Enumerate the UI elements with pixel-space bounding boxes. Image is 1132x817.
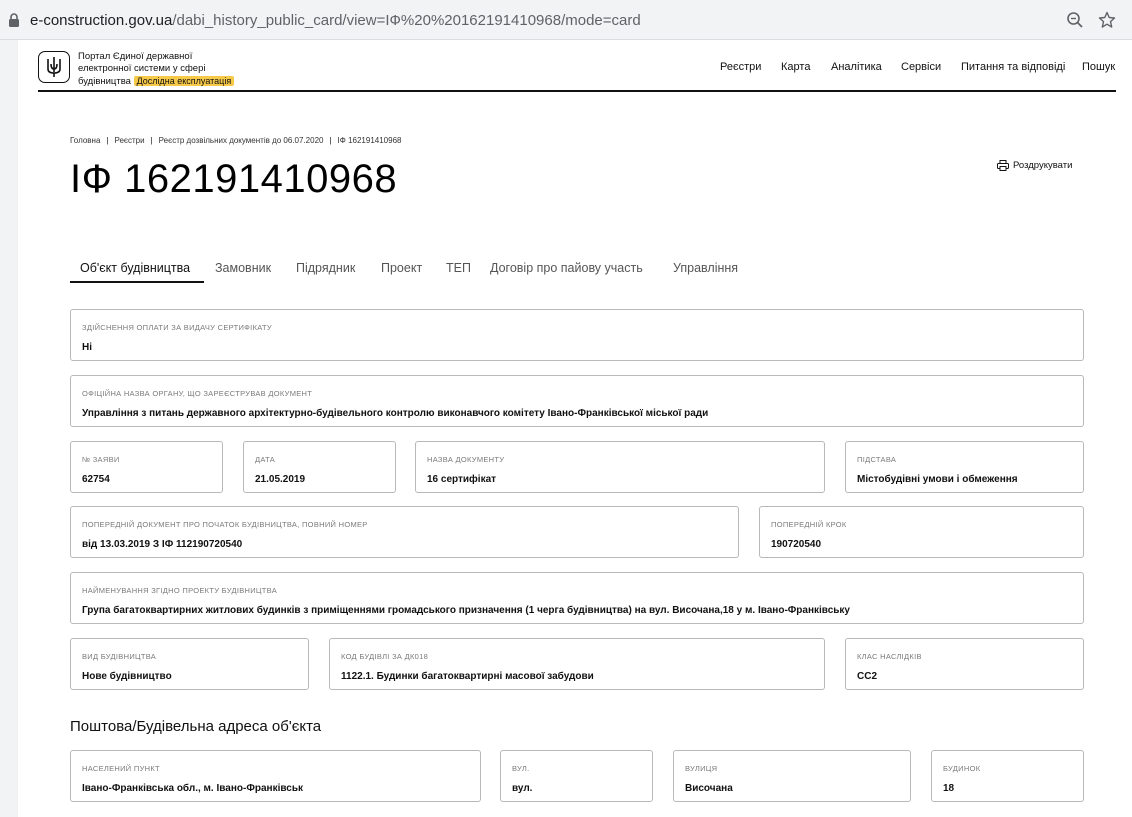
field-label: Будинок	[943, 764, 981, 773]
field-project-name: Найменування згідно проекту будівництва …	[70, 572, 1084, 624]
nav-services[interactable]: Сервіси	[901, 61, 941, 73]
field-label: Підстава	[857, 455, 897, 464]
breadcrumb-separator: |	[329, 136, 332, 145]
field-label: Офіційна назва органу, що зареєстрував д…	[82, 389, 313, 398]
portal-line-1: Портал Єдиної державної	[78, 51, 193, 62]
tab-shared-participation[interactable]: Договір про пайову участь	[490, 261, 643, 275]
url-text[interactable]: e-construction.gov.ua/dabi_history_publi…	[30, 12, 641, 29]
field-value: вул.	[512, 783, 533, 794]
breadcrumb-separator: |	[150, 136, 153, 145]
field-date: Дата 21.05.2019	[243, 441, 396, 493]
tab-project[interactable]: Проект	[381, 261, 422, 275]
url-path: /dabi_history_public_card/view=IФ%20%201…	[172, 12, 641, 29]
field-value: СС2	[857, 671, 878, 682]
field-locality: Населений пункт Івано-Франківська обл., …	[70, 750, 481, 802]
portal-title[interactable]: Портал Єдиної державної електронної сист…	[78, 51, 235, 88]
field-payment: Здійснення оплати за видачу сертифікату …	[70, 309, 1084, 361]
field-label: Вулиця	[685, 764, 718, 773]
portal-line-2: електронної системи у сфері	[78, 63, 206, 74]
field-label: Попередній документ про початок будівниц…	[82, 520, 368, 529]
page-title: ІФ 162191410968	[70, 157, 398, 201]
field-value: Ні	[82, 342, 92, 353]
trident-icon	[47, 57, 61, 77]
browser-left-edge	[0, 40, 18, 817]
field-street-type: Вул. вул.	[500, 750, 653, 802]
field-application-number: № заяви 62754	[70, 441, 223, 493]
breadcrumb-home[interactable]: Головна	[70, 136, 100, 145]
field-basis: Підстава Містобудівні умови і обмеження	[845, 441, 1084, 493]
field-value: Група багатоквартирних житлових будинків…	[82, 605, 850, 616]
tab-tep[interactable]: ТЕП	[446, 261, 471, 275]
browser-address-bar[interactable]: e-construction.gov.ua/dabi_history_publi…	[0, 0, 1132, 40]
field-value: Управління з питань державного архітекту…	[82, 408, 709, 419]
print-label: Роздрукувати	[1013, 160, 1073, 171]
breadcrumb-register[interactable]: Реєстр дозвільних документів до 06.07.20…	[159, 136, 324, 145]
field-value: Нове будівництво	[82, 671, 172, 682]
tab-construction-object[interactable]: Об'єкт будівництва	[80, 261, 190, 275]
field-house: Будинок 18	[931, 750, 1084, 802]
tab-management[interactable]: Управління	[673, 261, 738, 275]
field-construction-type: Вид будівництва Нове будівництво	[70, 638, 309, 690]
field-label: Назва документу	[427, 455, 505, 464]
tab-contractor[interactable]: Підрядник	[296, 261, 355, 275]
field-label: Вул.	[512, 764, 530, 773]
field-value: Містобудівні умови і обмеження	[857, 474, 1018, 485]
lock-icon	[9, 13, 19, 27]
breadcrumb-current: ІФ 162191410968	[337, 136, 402, 145]
field-building-code: Код будівлі за ДК018 1122.1. Будинки баг…	[329, 638, 825, 690]
field-value: від 13.03.2019 З ІФ 112190720540	[82, 539, 243, 550]
field-previous-document: Попередній документ про початок будівниц…	[70, 506, 739, 558]
nav-search[interactable]: Пошук	[1082, 61, 1115, 73]
nav-analytics[interactable]: Аналітика	[831, 61, 882, 73]
breadcrumb-separator: |	[106, 136, 109, 145]
beta-badge: Дослідна експлуатація	[133, 76, 235, 86]
nav-faq[interactable]: Питання та відповіді	[961, 61, 1065, 73]
field-authority: Офіційна назва органу, що зареєстрував д…	[70, 375, 1084, 427]
field-consequence-class: Клас наслідків СС2	[845, 638, 1084, 690]
tab-customer[interactable]: Замовник	[215, 261, 271, 275]
field-label: Найменування згідно проекту будівництва	[82, 586, 278, 595]
field-label: Дата	[255, 455, 276, 464]
field-label: Клас наслідків	[857, 652, 922, 661]
field-value: 16 сертифікат	[427, 474, 497, 485]
active-tab-indicator	[70, 281, 204, 283]
field-value: 1122.1. Будинки багатоквартирні масової …	[341, 671, 594, 682]
field-label: № заяви	[82, 455, 120, 464]
field-value: 190720540	[771, 539, 822, 550]
nav-map[interactable]: Карта	[781, 61, 810, 73]
printer-icon	[997, 160, 1009, 171]
field-value: Височана	[685, 783, 733, 794]
field-previous-step: Попередній крок 190720540	[759, 506, 1084, 558]
address-section-title: Поштова/Будівельна адреса об'єкта	[70, 718, 322, 735]
field-value: 18	[943, 783, 955, 794]
breadcrumb: Головна | Реєстри | Реєстр дозвільних докуме…	[70, 136, 401, 145]
field-label: Здійснення оплати за видачу сертифікату	[82, 323, 272, 332]
trident-logo[interactable]	[38, 51, 70, 83]
field-document-name: Назва документу 16 сертифікат	[415, 441, 825, 493]
field-label: Населений пункт	[82, 764, 160, 773]
header-divider	[38, 90, 1116, 92]
field-label: Код будівлі за ДК018	[341, 652, 429, 661]
print-button[interactable]: Роздрукувати	[997, 160, 1072, 171]
bookmark-star-icon[interactable]	[1098, 11, 1116, 29]
field-value: Івано-Франківська обл., м. Івано-Франків…	[82, 783, 303, 794]
url-host: e-construction.gov.ua	[30, 12, 173, 29]
breadcrumb-registries[interactable]: Реєстри	[114, 136, 144, 145]
field-value: 21.05.2019	[255, 474, 306, 485]
field-label: Вид будівництва	[82, 652, 157, 661]
zoom-icon[interactable]	[1066, 11, 1084, 29]
portal-line-3: будівництва	[78, 76, 131, 87]
field-label: Попередній крок	[771, 520, 847, 529]
field-street: Вулиця Височана	[673, 750, 911, 802]
nav-registries[interactable]: Реєстри	[720, 61, 761, 73]
field-value: 62754	[82, 474, 110, 485]
